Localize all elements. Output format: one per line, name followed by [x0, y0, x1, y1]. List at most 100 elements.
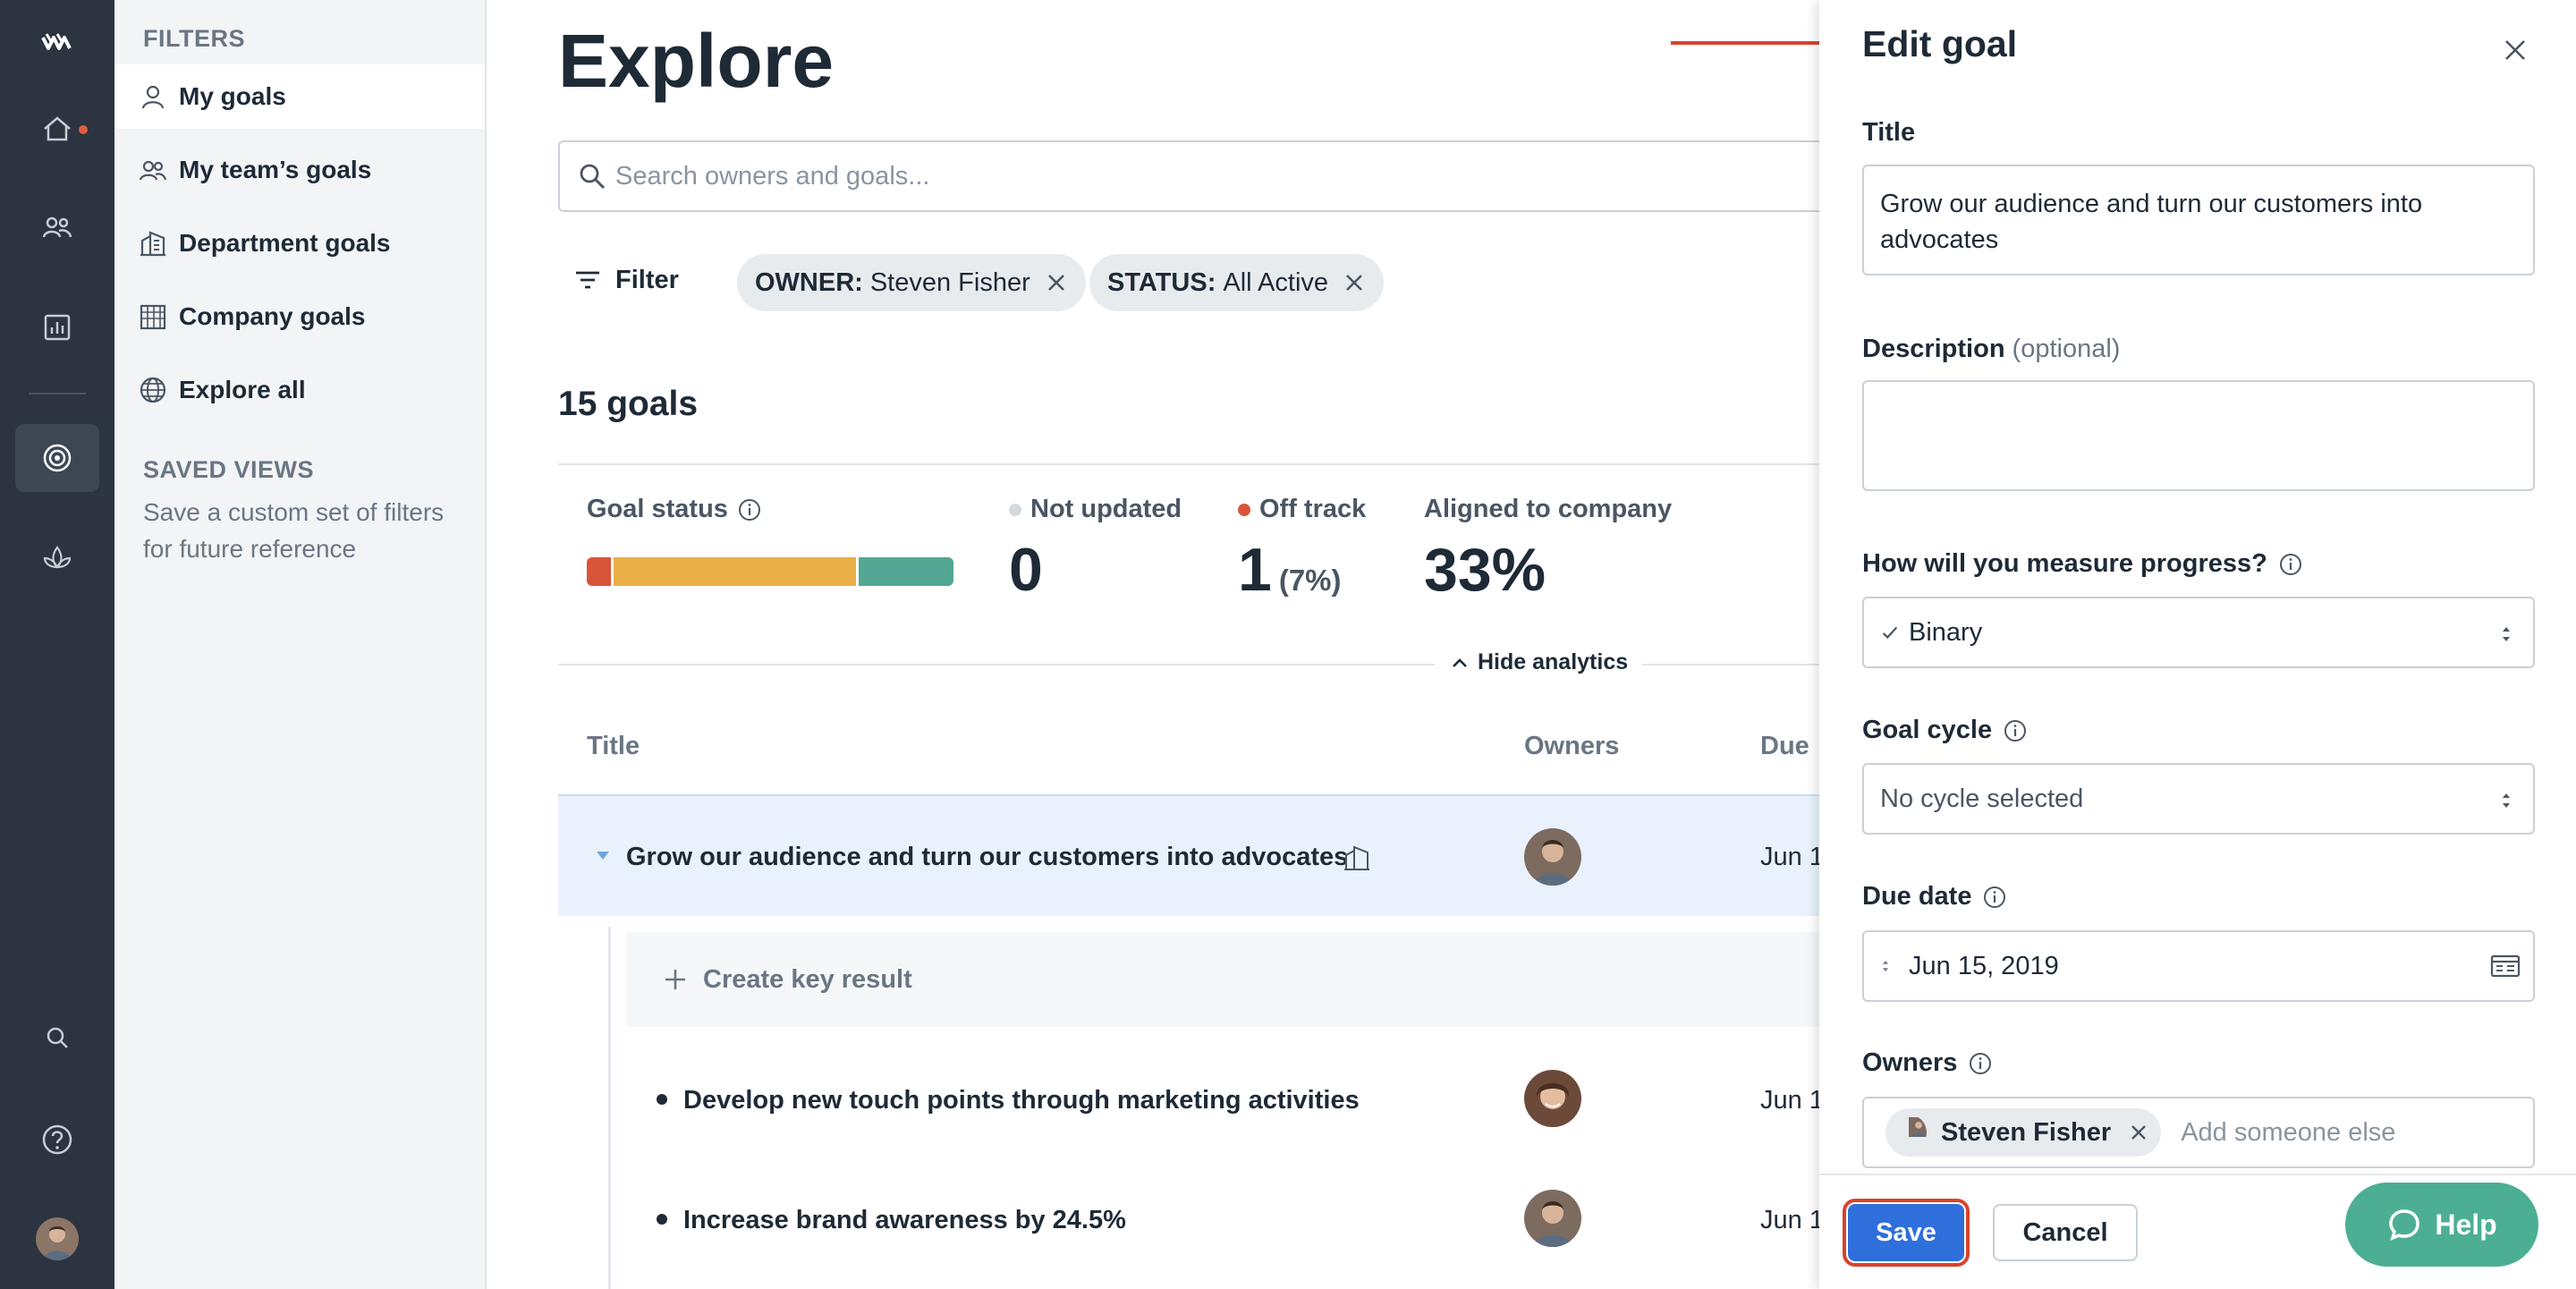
saved-views-label: SAVED VIEWS [143, 456, 315, 483]
sidebar-item-my-goals[interactable]: My goals [114, 64, 485, 129]
not-updated-value: 0 [1009, 536, 1043, 604]
table-row[interactable]: Increase brand awareness by 24.5% Jun 1 [558, 1163, 1819, 1276]
filters-sidebar: FILTERS My goals My team’s goals Departm… [114, 0, 487, 1289]
sidebar-item-label: Department goals [179, 229, 391, 257]
filter-icon [576, 271, 599, 289]
lotus-icon[interactable] [15, 524, 99, 592]
chip-value: All Active [1223, 267, 1329, 297]
due-date-label: Due date [1862, 882, 2007, 912]
owner-filter-chip[interactable]: OWNER: Steven Fisher [737, 254, 1086, 311]
status-bar-off-track [587, 557, 612, 586]
owner-avatar[interactable] [1524, 1070, 1581, 1127]
sidebar-item-explore-all[interactable]: Explore all [114, 358, 485, 422]
help-button[interactable]: Help [2345, 1183, 2538, 1267]
chevron-up-icon [1453, 657, 1467, 667]
info-icon[interactable] [1982, 885, 2007, 910]
owner-avatar[interactable] [1524, 1190, 1581, 1247]
close-icon[interactable] [1045, 271, 1068, 294]
info-icon[interactable] [1968, 1051, 1993, 1076]
measure-select[interactable]: Binary [1862, 597, 2535, 668]
off-track-percent: (7%) [1278, 564, 1342, 597]
table-row[interactable]: Grow our audience and turn our customers… [558, 794, 1819, 916]
office-icon [140, 304, 166, 330]
app-rail [0, 0, 114, 1289]
description-field[interactable] [1862, 380, 2535, 491]
create-key-result-button[interactable]: Create key result [626, 932, 1819, 1027]
title-label: Title [1862, 118, 1916, 147]
calendar-icon[interactable] [2490, 954, 2521, 979]
aligned-value: 33% [1424, 536, 1546, 604]
goals-icon[interactable] [15, 424, 99, 492]
plus-icon [665, 970, 685, 989]
status-filter-chip[interactable]: STATUS: All Active [1089, 254, 1385, 311]
cancel-button[interactable]: Cancel [1993, 1204, 2138, 1261]
page-title: Explore [558, 19, 835, 103]
description-label-text: Description [1862, 335, 2005, 363]
info-icon[interactable] [737, 497, 762, 522]
user-avatar[interactable] [36, 1217, 79, 1260]
owners-field[interactable]: Steven Fisher Add someone else [1862, 1097, 2535, 1168]
save-button[interactable]: Save [1843, 1199, 1970, 1267]
measure-label: How will you measure progress? [1862, 549, 2303, 579]
close-button[interactable] [2497, 32, 2533, 68]
search-input[interactable]: Search owners and goals... [558, 140, 1819, 212]
filter-button[interactable]: Filter [572, 265, 679, 295]
due-date-field[interactable]: Jun 15, 2019 [1862, 930, 2535, 1002]
title-field[interactable]: Grow our audience and turn our customers… [1862, 165, 2535, 276]
column-due[interactable]: Due [1760, 732, 1809, 761]
not-updated-text: Not updated [1030, 495, 1182, 523]
building-icon [140, 231, 165, 257]
info-icon[interactable] [2278, 552, 2303, 577]
stepper-icon[interactable] [1880, 956, 1891, 976]
people-icon[interactable] [15, 193, 99, 261]
due-date: Jun 1 [1760, 1206, 1819, 1234]
due-date: Jun 1 [1760, 843, 1819, 871]
due-date: Jun 1 [1760, 1086, 1819, 1115]
goal-title[interactable]: Increase brand awareness by 24.5% [683, 1206, 1126, 1235]
checkmark-icon [1882, 626, 1898, 640]
chat-bubble-icon [2389, 1209, 2420, 1242]
owner-pill: Steven Fisher [1885, 1108, 2162, 1157]
close-icon[interactable] [1343, 271, 1366, 294]
team-icon [139, 160, 167, 181]
filter-button-label: Filter [615, 265, 679, 294]
sidebar-item-department-goals[interactable]: Department goals [114, 211, 485, 276]
search-icon[interactable] [15, 1004, 99, 1072]
not-updated-dot [1009, 503, 1021, 516]
goal-status-bar [587, 557, 953, 586]
sidebar-item-label: Company goals [179, 302, 366, 330]
off-track-dot [1238, 503, 1250, 516]
sidebar-item-team-goals[interactable]: My team’s goals [114, 138, 485, 202]
goal-title[interactable]: Develop new touch points through marketi… [683, 1086, 1360, 1115]
panel-footer: Save Cancel Help [1819, 1174, 2576, 1289]
off-track-count: 1 [1238, 536, 1272, 604]
edit-goal-panel: Edit goal Title Grow our audience and tu… [1819, 0, 2576, 1289]
help-icon[interactable] [15, 1106, 99, 1174]
cycle-select[interactable]: No cycle selected [1862, 763, 2535, 835]
bullet [657, 1214, 667, 1225]
help-label: Help [2435, 1208, 2497, 1241]
description-label: Description (optional) [1862, 335, 2120, 364]
goal-title[interactable]: Grow our audience and turn our customers… [626, 843, 1348, 872]
divider [558, 463, 1819, 465]
sidebar-item-label: Explore all [179, 376, 306, 403]
chip-value: Steven Fisher [869, 267, 1030, 297]
logo-icon[interactable] [15, 9, 99, 77]
info-icon[interactable] [2003, 718, 2028, 743]
sidebar-item-company-goals[interactable]: Company goals [114, 284, 485, 349]
hide-analytics-button[interactable]: Hide analytics [1435, 649, 1643, 675]
table-row[interactable]: Develop new touch points through marketi… [558, 1043, 1819, 1156]
owner-avatar[interactable] [1524, 828, 1581, 886]
reports-icon[interactable] [15, 293, 99, 361]
optional-text: (optional) [2012, 335, 2121, 363]
off-track-label: Off track [1238, 495, 1366, 524]
caret-down-icon[interactable] [594, 846, 612, 864]
column-title[interactable]: Title [587, 732, 640, 761]
remove-owner-icon[interactable] [2129, 1123, 2148, 1142]
create-key-result-label: Create key result [703, 964, 912, 994]
owner-input-placeholder[interactable]: Add someone else [2181, 1118, 2395, 1148]
select-arrows-icon [2503, 793, 2510, 808]
owners-label-text: Owners [1862, 1048, 1958, 1077]
column-owners[interactable]: Owners [1524, 732, 1619, 761]
notification-dot [79, 125, 88, 134]
